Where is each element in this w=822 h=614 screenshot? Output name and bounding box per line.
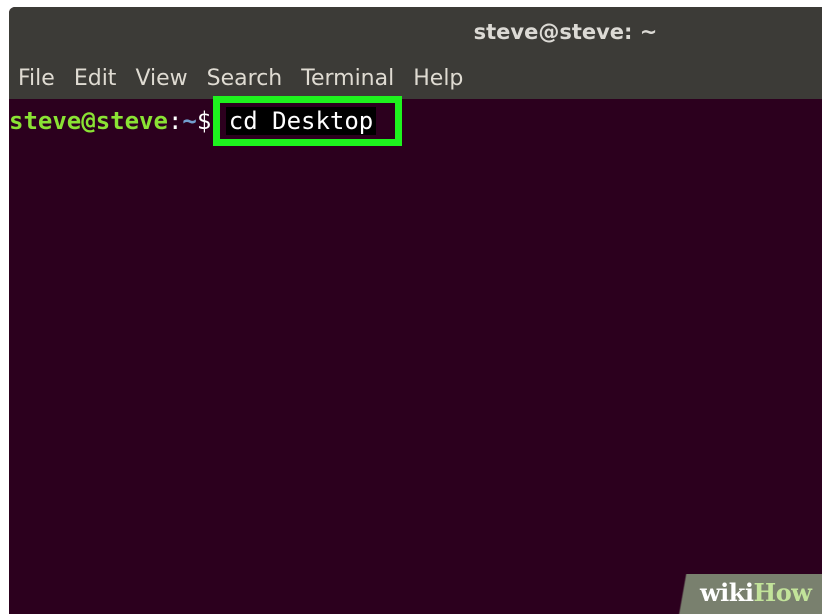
menu-edit[interactable]: Edit <box>74 66 117 91</box>
wikihow-logo-how: How <box>753 578 812 607</box>
menu-search[interactable]: Search <box>207 66 283 91</box>
command-line: steve@steve:~$ cd Desktop <box>9 103 377 139</box>
screenshot-frame: steve@steve: ~ File Edit View Search Ter… <box>0 0 822 614</box>
wikihow-watermark: wikiHow <box>662 574 822 614</box>
wikihow-logo-wiki: wiki <box>700 578 754 607</box>
prompt-path: ~ <box>182 107 197 135</box>
window-title: steve@steve: ~ <box>473 20 658 44</box>
menu-bar: File Edit View Search Terminal Help <box>9 57 822 99</box>
terminal-output[interactable]: steve@steve:~$ cd Desktop <box>9 99 822 614</box>
title-bar[interactable]: steve@steve: ~ <box>9 7 822 57</box>
menu-file[interactable]: File <box>18 66 55 91</box>
menu-help[interactable]: Help <box>413 66 463 91</box>
prompt-user: steve@steve <box>9 107 168 135</box>
typed-command: cd Desktop <box>225 107 377 135</box>
menu-terminal[interactable]: Terminal <box>301 66 394 91</box>
menu-view[interactable]: View <box>135 66 187 91</box>
terminal-window: steve@steve: ~ File Edit View Search Ter… <box>9 7 822 614</box>
wikihow-logo: wikiHow <box>700 578 812 607</box>
prompt-symbol: $ <box>196 107 212 135</box>
prompt-separator: : <box>167 107 183 135</box>
